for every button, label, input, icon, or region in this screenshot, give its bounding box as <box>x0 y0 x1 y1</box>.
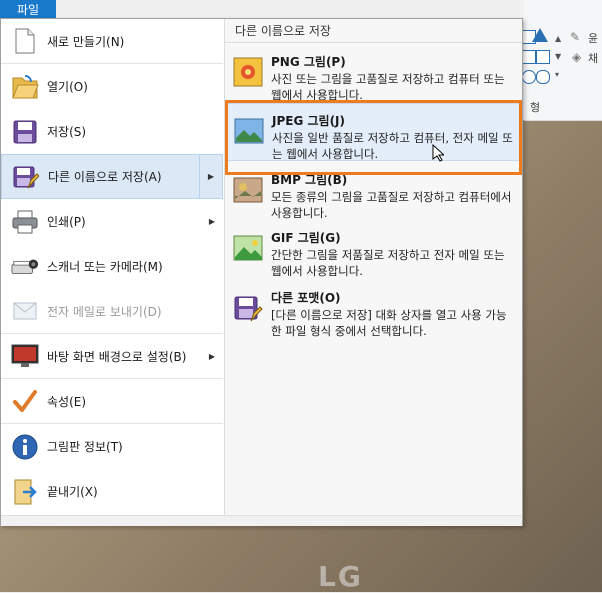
menu-item-email[interactable]: 전자 메일로 보내기(D) <box>1 289 223 334</box>
submenu-item-desc: 모든 종류의 그림을 고품질로 저장하고 컴퓨터에서 사용합니다. <box>271 190 512 220</box>
menu-item-save-as[interactable]: 다른 이름으로 저장(A) ▶ <box>1 154 223 199</box>
other-format-icon <box>233 293 263 323</box>
open-folder-icon <box>11 73 39 101</box>
mouse-cursor-icon <box>432 143 446 162</box>
photo-logo-text: LG <box>318 560 363 593</box>
png-image-icon <box>233 57 263 87</box>
shapes-scroll-icon[interactable]: ▲ ▼ ▾ <box>555 30 563 86</box>
menu-item-about[interactable]: 그림판 정보(T) <box>1 424 223 469</box>
menu-item-label: 인쇄(P) <box>47 215 86 229</box>
submenu-item-desc: 사진 또는 그림을 고품질로 저장하고 컴퓨터 또는 웹에서 사용합니다. <box>271 72 505 102</box>
submenu-item-other-format[interactable]: 다른 포맷(O) [다른 이름으로 저장] 대화 상자를 열고 사용 가능한 파… <box>225 281 522 339</box>
menu-item-save[interactable]: 저장(S) <box>1 109 223 154</box>
menu-item-label: 전자 메일로 보내기(D) <box>47 304 162 319</box>
scanner-icon <box>11 253 39 281</box>
menu-item-label: 그림판 정보(T) <box>47 440 123 454</box>
menu-item-label: 바탕 화면 배경으로 설정(B) <box>47 349 187 364</box>
submenu-item-title: PNG 그림(P) <box>271 55 346 69</box>
fill-icon[interactable]: ◈ <box>572 50 581 64</box>
save-disk-icon <box>11 118 39 146</box>
menu-item-label: 끝내기(X) <box>47 485 98 499</box>
save-as-icon <box>12 163 40 191</box>
chevron-right-icon: ▶ <box>208 351 215 361</box>
ribbon-fill-label[interactable]: 채 <box>588 50 598 66</box>
triangle-shape-icon[interactable] <box>532 28 548 42</box>
chevron-right-icon: ▶ <box>207 172 214 181</box>
menu-item-label: 저장(S) <box>47 125 87 139</box>
arrow-shape-icon[interactable] <box>522 50 536 64</box>
file-menu-left-pane: 새로 만들기(N) 열기(O) 저장(S) 다른 이름으로 저장(A) ▶ 인쇄… <box>1 19 225 515</box>
up-arrow-shape-icon[interactable] <box>536 50 550 64</box>
file-tab[interactable]: 파일 <box>0 0 56 20</box>
submenu-item-title: GIF 그림(G) <box>271 231 341 245</box>
submenu-item-gif[interactable]: GIF 그림(G) 간단한 그림을 저품질로 저장하고 전자 메일 또는 웹에서… <box>225 221 522 279</box>
submenu-item-desc: [다른 이름으로 저장] 대화 상자를 열고 사용 가능한 파일 형식 중에서 … <box>271 308 507 338</box>
menu-item-exit[interactable]: 끝내기(X) <box>1 469 223 514</box>
email-icon <box>11 297 39 325</box>
menu-item-new[interactable]: 새로 만들기(N) <box>1 19 223 64</box>
gif-image-icon <box>233 233 263 263</box>
bmp-image-icon <box>233 175 263 205</box>
new-page-icon <box>11 27 39 55</box>
submenu-item-title: 다른 포맷(O) <box>271 291 341 305</box>
save-as-submenu: 다른 이름으로 저장 PNG 그림(P) 사진 또는 그림을 고품질로 저장하고… <box>225 19 522 515</box>
printer-icon <box>11 208 39 236</box>
menu-item-label: 속성(E) <box>47 394 87 409</box>
ribbon-group-label: 형 <box>530 101 541 114</box>
checkmark-icon <box>11 387 39 415</box>
exit-icon <box>11 478 39 506</box>
menu-item-print[interactable]: 인쇄(P) ▶ <box>1 199 223 244</box>
menu-bottom-bar <box>1 515 522 526</box>
menu-item-set-background[interactable]: 바탕 화면 배경으로 설정(B) ▶ <box>1 334 223 379</box>
menu-item-label: 스캐너 또는 카메라(M) <box>47 260 163 274</box>
outline-icon[interactable]: ✎ <box>570 30 580 44</box>
submenu-item-png[interactable]: PNG 그림(P) 사진 또는 그림을 고품질로 저장하고 컴퓨터 또는 웹에서… <box>225 45 522 103</box>
file-menu: 새로 만들기(N) 열기(O) 저장(S) 다른 이름으로 저장(A) ▶ 인쇄… <box>0 18 523 526</box>
info-icon <box>11 433 39 461</box>
menu-item-properties[interactable]: 속성(E) <box>1 379 223 424</box>
desktop-background-icon <box>11 342 39 370</box>
menu-item-label: 새로 만들기(N) <box>47 34 125 49</box>
submenu-header: 다른 이름으로 저장 <box>225 19 522 43</box>
ribbon-outline-label[interactable]: 윤 <box>588 30 598 46</box>
chevron-right-icon: ▶ <box>208 217 215 226</box>
highlight-box <box>225 100 522 175</box>
menu-item-scanner[interactable]: 스캐너 또는 카메라(M) <box>1 244 223 289</box>
menu-item-open[interactable]: 열기(O) <box>1 64 223 109</box>
menu-item-label: 열기(O) <box>47 80 88 94</box>
submenu-item-desc: 간단한 그림을 저품질로 저장하고 전자 메일 또는 웹에서 사용합니다. <box>271 248 505 278</box>
menu-item-label: 다른 이름으로 저장(A) <box>48 170 162 184</box>
star-shape-icon[interactable] <box>522 70 536 84</box>
callout-shape-icon[interactable] <box>536 70 550 84</box>
